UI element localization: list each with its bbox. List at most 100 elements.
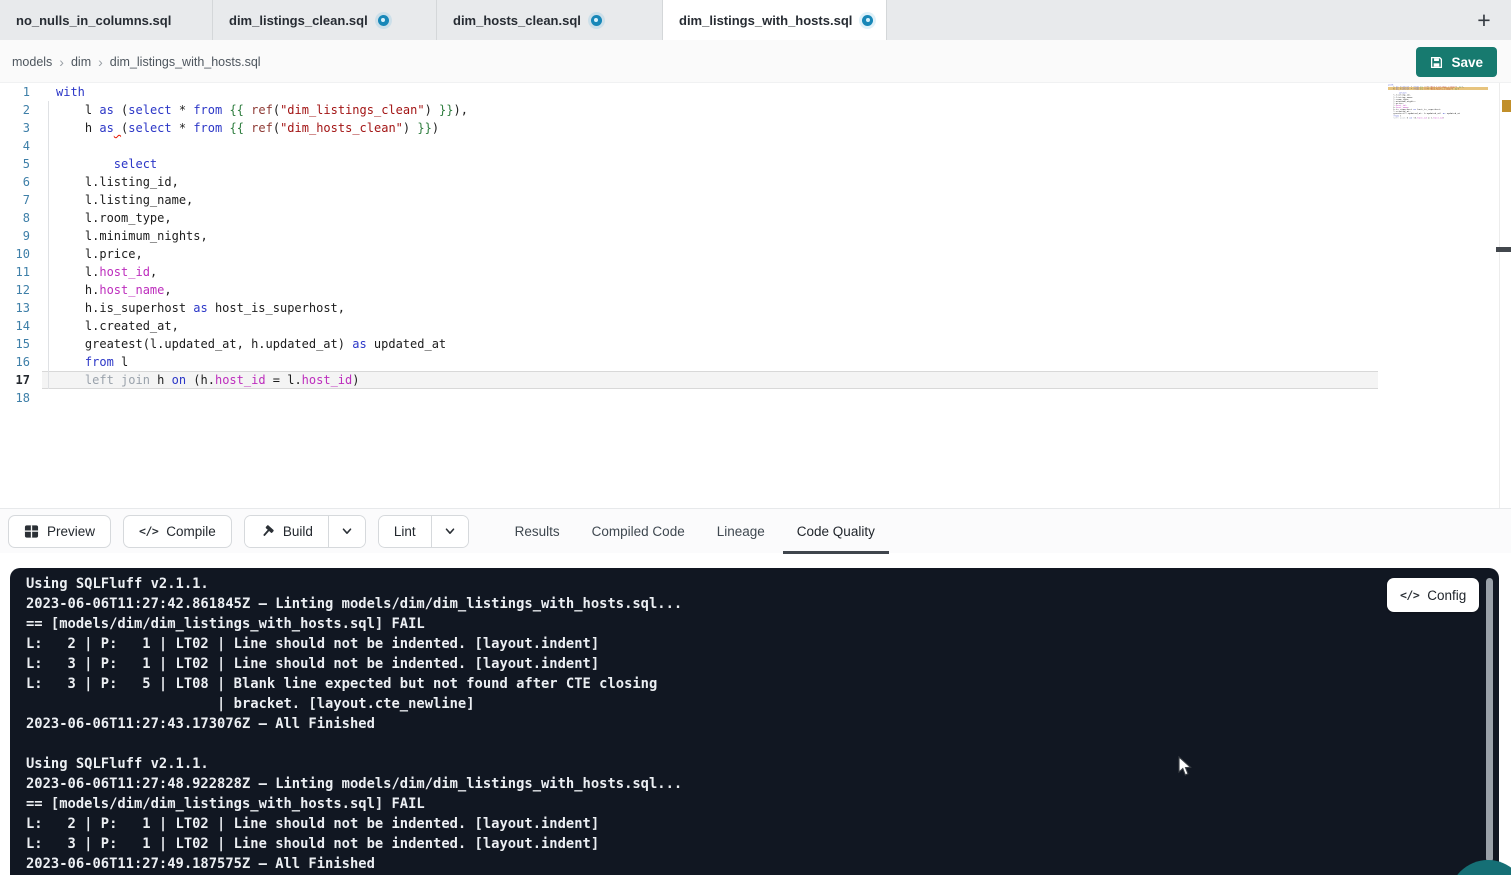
code-line[interactable] — [1388, 90, 1488, 92]
line-number: 2 — [0, 101, 42, 119]
code-icon: </> — [139, 524, 158, 538]
terminal-line: 2023-06-06T11:27:48.922828Z — Linting mo… — [26, 774, 682, 794]
terminal-line: Using SQLFluff v2.1.1. — [26, 574, 682, 594]
code-line[interactable]: l.created_at, — [1388, 111, 1488, 113]
terminal-line: 2023-06-06T11:27:42.861845Z — Linting mo… — [26, 594, 682, 614]
code-line[interactable]: l as (select * from {{ ref("dim_listings… — [1388, 86, 1488, 88]
line-number: 12 — [0, 281, 42, 299]
terminal-line: | bracket. [layout.cte_newline] — [26, 694, 682, 714]
terminal-line: Using SQLFluff v2.1.1. — [26, 754, 682, 774]
lint-dropdown-button[interactable] — [431, 516, 468, 547]
line-number: 14 — [0, 317, 42, 335]
save-icon — [1430, 56, 1443, 69]
terminal-output: Using SQLFluff v2.1.1.2023-06-06T11:27:4… — [26, 574, 682, 874]
breadcrumb-item[interactable]: models — [12, 55, 52, 69]
code-line[interactable]: select — [1388, 92, 1488, 94]
breadcrumb: models›dim›dim_listings_with_hosts.sql — [12, 40, 261, 83]
modified-dot-icon — [378, 15, 389, 26]
compile-label: Compile — [166, 524, 216, 539]
code-line[interactable]: h.is_superhost as host_is_superhost, — [1388, 109, 1488, 111]
modified-dot-icon — [862, 15, 873, 26]
compile-button[interactable]: </> Compile — [123, 515, 232, 548]
code-line[interactable]: l as (select * from {{ ref("dim_listings… — [56, 101, 1386, 119]
tab-bar: no_nulls_in_columns.sql dim_listings_clea… — [0, 0, 1511, 40]
overview-ruler-warning-marker — [1502, 100, 1511, 112]
breadcrumb-item[interactable]: dim_listings_with_hosts.sql — [110, 55, 261, 69]
hammer-icon — [260, 524, 275, 539]
line-number: 3 — [0, 119, 42, 137]
terminal-line: == [models/dim/dim_listings_with_hosts.s… — [26, 794, 682, 814]
code-line[interactable]: l.minimum_nights, — [1388, 100, 1488, 102]
editor-ruler-divider — [1499, 83, 1500, 508]
code-line[interactable] — [56, 137, 1386, 155]
build-dropdown-button[interactable] — [328, 516, 365, 547]
config-button[interactable]: </> Config — [1387, 578, 1479, 612]
code-line[interactable]: greatest(l.updated_at, h.updated_at) as … — [1388, 113, 1488, 115]
overview-ruler-cursor-marker[interactable] — [1496, 247, 1511, 252]
breadcrumb-item[interactable]: dim — [71, 55, 91, 69]
code-line[interactable]: l.price, — [1388, 102, 1488, 104]
code-line[interactable] — [56, 389, 1386, 407]
mouse-cursor — [1178, 756, 1193, 777]
code-line[interactable]: l.room_type, — [56, 209, 1386, 227]
panel-tab-results[interactable]: Results — [501, 509, 574, 554]
editor-tab[interactable]: dim_listings_clean.sql — [213, 0, 437, 40]
editor-tab[interactable]: dim_listings_with_hosts.sql — [663, 0, 887, 40]
breadcrumb-separator-icon: › — [98, 54, 103, 70]
minimap[interactable]: with l as (select * from {{ ref("dim_lis… — [1388, 84, 1488, 128]
line-number: 8 — [0, 209, 42, 227]
line-number: 10 — [0, 245, 42, 263]
editor-tab[interactable]: dim_hosts_clean.sql — [437, 0, 663, 40]
line-number: 13 — [0, 299, 42, 317]
code-editor[interactable]: 123456789101112131415161718 with l as (s… — [0, 83, 1511, 508]
new-tab-button[interactable]: + — [1469, 5, 1499, 35]
code-line[interactable]: h as (select * from {{ ref("dim_hosts_cl… — [1388, 88, 1488, 90]
terminal-line: L: 2 | P: 1 | LT02 | Line should not be … — [26, 634, 682, 654]
code-line[interactable]: l.host_id, — [56, 263, 1386, 281]
code-line[interactable]: l.listing_id, — [56, 173, 1386, 191]
terminal-scrollbar[interactable] — [1486, 578, 1493, 862]
code-line[interactable]: l.price, — [56, 245, 1386, 263]
code-line[interactable]: from l — [56, 353, 1386, 371]
code-line[interactable]: left join h on (h.host_id = l.host_id) — [56, 371, 1386, 389]
terminal-line: 2023-06-06T11:27:49.187575Z — All Finish… — [26, 854, 682, 874]
tab-label: no_nulls_in_columns.sql — [16, 13, 171, 28]
line-number: 18 — [0, 389, 42, 407]
build-button[interactable]: Build — [245, 516, 328, 547]
panel-tab-lineage[interactable]: Lineage — [703, 509, 779, 554]
panel-tab-compiled-code[interactable]: Compiled Code — [578, 509, 699, 554]
code-line[interactable]: l.room_type, — [1388, 98, 1488, 100]
code-line[interactable]: left join h on (h.host_id = l.host_id) — [1388, 117, 1488, 119]
file-tabs: no_nulls_in_columns.sql dim_listings_clea… — [0, 0, 887, 40]
plus-icon: + — [1477, 7, 1490, 34]
code-line[interactable]: l.minimum_nights, — [56, 227, 1386, 245]
panel-tab-code-quality[interactable]: Code Quality — [783, 509, 889, 554]
editor-tab[interactable]: no_nulls_in_columns.sql — [0, 0, 213, 40]
editor-code[interactable]: with l as (select * from {{ ref("dim_lis… — [56, 83, 1386, 407]
tab-label: dim_listings_clean.sql — [229, 13, 368, 28]
code-line[interactable]: greatest(l.updated_at, h.updated_at) as … — [56, 335, 1386, 353]
config-label: Config — [1427, 588, 1466, 603]
code-line[interactable]: h.host_name, — [1388, 107, 1488, 109]
code-line[interactable]: l.listing_id, — [1388, 94, 1488, 96]
code-line[interactable]: h as (select * from {{ ref("dim_hosts_cl… — [56, 119, 1386, 137]
lint-button[interactable]: Lint — [379, 516, 431, 547]
code-line[interactable]: h.host_name, — [56, 281, 1386, 299]
code-line[interactable]: with — [1388, 84, 1488, 86]
code-line[interactable]: l.listing_name, — [56, 191, 1386, 209]
line-number: 4 — [0, 137, 42, 155]
terminal-line: L: 3 | P: 1 | LT02 | Line should not be … — [26, 834, 682, 854]
preview-button[interactable]: Preview — [8, 515, 111, 548]
code-line[interactable]: select — [56, 155, 1386, 173]
code-line[interactable]: from l — [1388, 115, 1488, 117]
save-button[interactable]: Save — [1416, 47, 1497, 77]
indent-guide — [48, 101, 49, 389]
code-line[interactable]: l.created_at, — [56, 317, 1386, 335]
code-line[interactable]: with — [56, 83, 1386, 101]
minimap-code: with l as (select * from {{ ref("dim_lis… — [1388, 84, 1488, 121]
code-line[interactable] — [1388, 119, 1488, 121]
code-line[interactable]: l.host_id, — [1388, 105, 1488, 107]
code-line[interactable]: h.is_superhost as host_is_superhost, — [56, 299, 1386, 317]
code-line[interactable]: l.listing_name, — [1388, 96, 1488, 98]
tab-label: dim_hosts_clean.sql — [453, 13, 581, 28]
